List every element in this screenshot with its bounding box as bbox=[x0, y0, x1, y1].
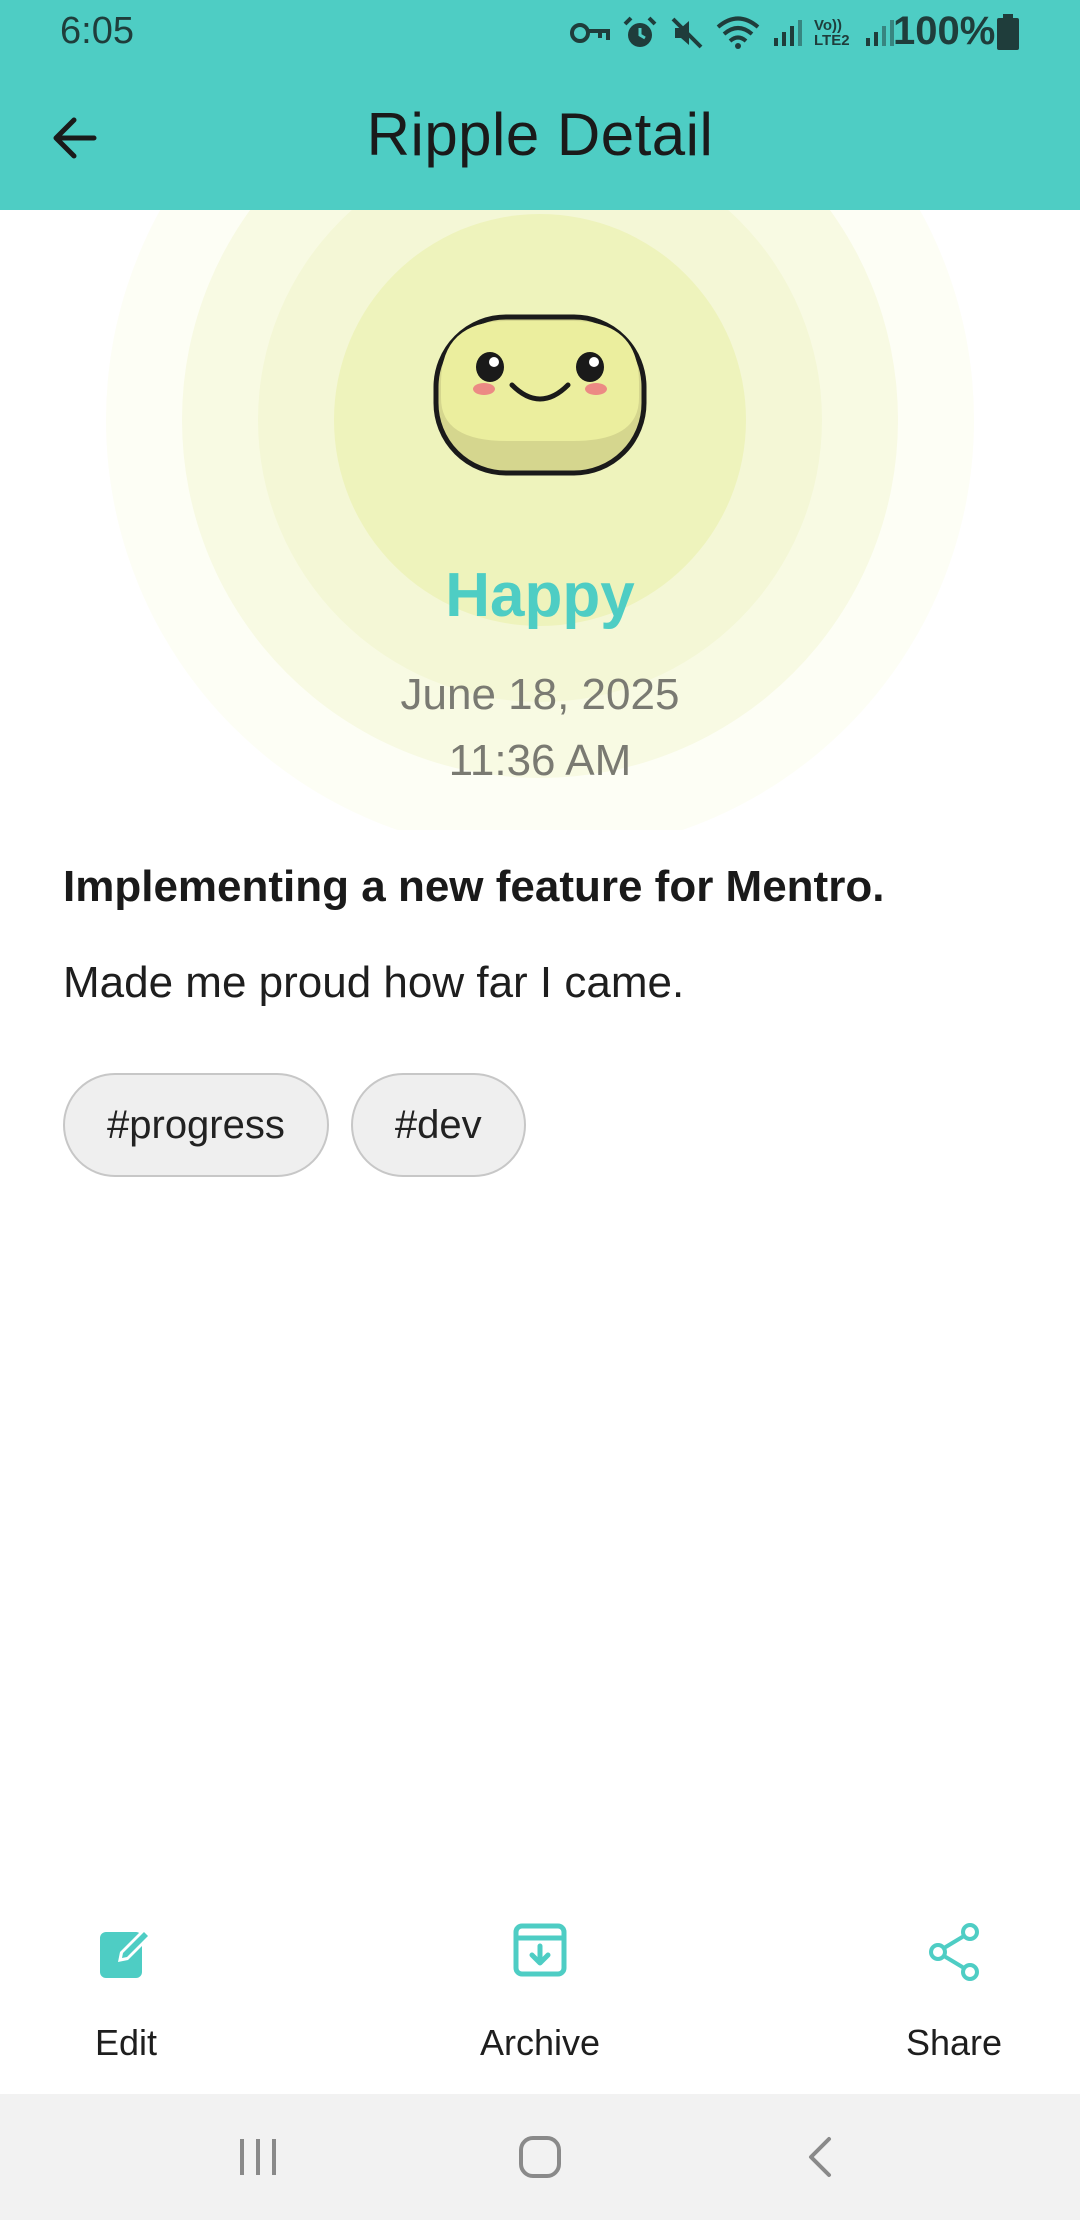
mute-icon bbox=[671, 17, 703, 49]
page-title: Ripple Detail bbox=[366, 101, 714, 168]
signal-icon bbox=[866, 20, 894, 46]
signal-icon bbox=[774, 20, 802, 46]
status-bar: 6:05 Vo)) LTE2 100% bbox=[0, 0, 1080, 66]
entry-date: June 18, 2025 bbox=[400, 670, 680, 719]
tag-list: #progress #dev bbox=[63, 1073, 548, 1177]
home-button[interactable] bbox=[490, 2127, 590, 2187]
edit-icon bbox=[100, 1928, 152, 1978]
recents-button[interactable] bbox=[208, 2127, 308, 2187]
home-icon bbox=[519, 2136, 561, 2178]
archive-icon bbox=[513, 1923, 567, 1977]
edit-button[interactable]: Edit bbox=[26, 1900, 226, 2090]
action-bar: Edit Archive Share bbox=[0, 1900, 1080, 2090]
tag-chip[interactable]: #dev bbox=[350, 1073, 526, 1177]
share-icon bbox=[929, 1923, 979, 1981]
system-nav-bar bbox=[0, 2094, 1080, 2220]
status-icons: Vo)) LTE2 bbox=[570, 12, 906, 54]
archive-button[interactable]: Archive bbox=[440, 1900, 640, 2090]
recents-icon bbox=[240, 2139, 276, 2175]
alarm-icon bbox=[623, 16, 657, 47]
battery-icon bbox=[997, 14, 1019, 50]
edit-label: Edit bbox=[94, 2022, 158, 2063]
nav-back-button[interactable] bbox=[770, 2127, 870, 2187]
entry-title: Implementing a new feature for Mentro. bbox=[63, 862, 885, 911]
volte-icon: Vo)) LTE2 bbox=[814, 17, 850, 49]
happy-face-icon bbox=[433, 314, 647, 476]
ripple-detail-screen: 6:05 Vo)) LTE2 100% Ripple Detail Happy … bbox=[0, 0, 1080, 2220]
app-bar: Ripple Detail bbox=[0, 66, 1080, 210]
back-icon bbox=[809, 2137, 831, 2177]
share-button[interactable]: Share bbox=[854, 1900, 1054, 2090]
share-label: Share bbox=[905, 2022, 1003, 2063]
vpn-key-icon bbox=[570, 23, 610, 43]
archive-label: Archive bbox=[479, 2022, 601, 2063]
battery-percent: 100% bbox=[893, 9, 996, 53]
mood-label: Happy bbox=[445, 561, 635, 630]
entry-time: 11:36 AM bbox=[448, 736, 632, 785]
mood-hero: Happy June 18, 2025 11:36 AM bbox=[0, 210, 1080, 830]
entry-body: Made me proud how far I came. bbox=[63, 958, 685, 1007]
status-time: 6:05 bbox=[60, 10, 134, 52]
tag-chip[interactable]: #progress bbox=[63, 1073, 329, 1177]
wifi-icon bbox=[716, 16, 760, 49]
